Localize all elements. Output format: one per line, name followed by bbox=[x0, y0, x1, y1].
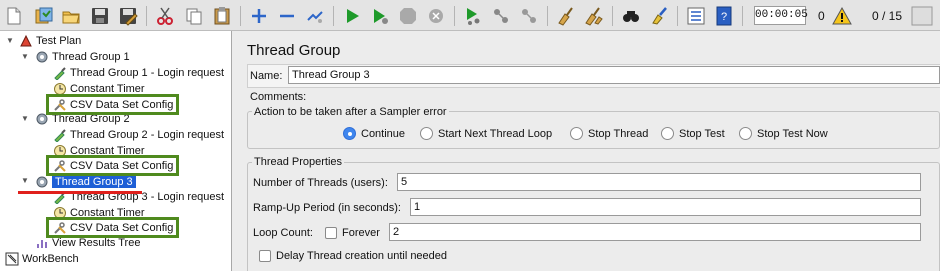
tree-node-label: Thread Group 1 bbox=[52, 51, 130, 63]
radio-label: Stop Test bbox=[679, 127, 725, 140]
remote-start-icon[interactable] bbox=[462, 5, 484, 27]
start-no-pauses-icon[interactable] bbox=[369, 5, 391, 27]
reset-search-icon[interactable] bbox=[648, 5, 670, 27]
remote-stop-icon[interactable] bbox=[490, 5, 512, 27]
tree-node-label: View Results Tree bbox=[52, 237, 141, 249]
tree-node-label: Thread Group 2 - Login request bbox=[70, 129, 225, 141]
name-field[interactable]: Thread Group 3 bbox=[288, 66, 940, 84]
radio-icon bbox=[739, 127, 752, 140]
elapsed-timer: 00:00:05 bbox=[754, 6, 808, 25]
forever-checkbox[interactable] bbox=[325, 227, 337, 239]
pipette-icon bbox=[52, 127, 68, 143]
comments-label: Comments: bbox=[250, 91, 307, 103]
forever-label: Forever bbox=[342, 227, 380, 239]
csv-config-highlight-box bbox=[46, 94, 179, 115]
start-icon[interactable] bbox=[341, 5, 363, 27]
shutdown-icon[interactable] bbox=[425, 5, 447, 27]
radio-continue[interactable]: Continue bbox=[343, 127, 405, 140]
num-threads-field[interactable]: 5 bbox=[397, 173, 921, 191]
tree-node-label: Thread Group 1 - Login request bbox=[70, 67, 225, 79]
tree-node-thread-group-selected[interactable]: Thread Group 3 bbox=[34, 174, 136, 190]
name-label: Name: bbox=[250, 70, 283, 82]
tree-node-sampler[interactable]: Thread Group 1 - Login request bbox=[52, 65, 224, 81]
svg-text:?: ? bbox=[721, 11, 727, 23]
thread-properties-legend: Thread Properties bbox=[252, 156, 345, 168]
test-plan-tree: ▼ ▼ ▼ ▼ Test Plan Thread Group 1 Thread … bbox=[0, 31, 232, 271]
cut-icon[interactable] bbox=[154, 5, 176, 27]
toggle-icon[interactable] bbox=[304, 5, 326, 27]
collapse-icon[interactable] bbox=[276, 5, 298, 27]
toolbar: ? 00:00:05 0 0 / 15 bbox=[0, 0, 940, 31]
save-as-icon[interactable] bbox=[117, 5, 139, 27]
radio-stop-thread[interactable]: Stop Thread bbox=[570, 127, 648, 140]
active-thread-count: 0 / 15 bbox=[872, 9, 903, 23]
radio-selected-icon bbox=[343, 127, 356, 140]
radio-label: Continue bbox=[361, 127, 406, 140]
workbench-icon bbox=[4, 251, 20, 267]
clear-icon[interactable] bbox=[555, 5, 577, 27]
num-threads-label: Number of Threads (users): bbox=[253, 177, 388, 189]
csv-config-highlight-box bbox=[46, 155, 179, 176]
tree-node-label: Test Plan bbox=[36, 35, 82, 47]
pipette-icon bbox=[52, 65, 68, 81]
loop-count-label: Loop Count: bbox=[253, 227, 313, 239]
expand-icon[interactable] bbox=[248, 5, 270, 27]
radio-start-next-loop[interactable]: Start Next Thread Loop bbox=[420, 127, 552, 140]
delay-thread-label: Delay Thread creation until needed bbox=[276, 250, 448, 262]
remote-shutdown-icon[interactable] bbox=[518, 5, 540, 27]
tree-node-thread-group[interactable]: Thread Group 1 bbox=[34, 49, 130, 65]
selection-underline bbox=[18, 191, 142, 194]
radio-stop-test[interactable]: Stop Test bbox=[661, 127, 725, 140]
csv-config-highlight-box bbox=[46, 217, 179, 238]
radio-stop-test-now[interactable]: Stop Test Now bbox=[739, 127, 828, 140]
open-icon[interactable] bbox=[60, 5, 82, 27]
radio-icon bbox=[420, 127, 433, 140]
clear-all-icon[interactable] bbox=[583, 5, 605, 27]
ramp-up-field[interactable]: 1 bbox=[410, 198, 921, 216]
tree-node-test-plan[interactable]: Test Plan bbox=[18, 33, 81, 49]
templates-icon[interactable] bbox=[33, 5, 55, 27]
expand-toggle-icon[interactable]: ▼ bbox=[5, 36, 15, 46]
radio-label: Start Next Thread Loop bbox=[438, 127, 553, 140]
expand-toggle-icon[interactable]: ▼ bbox=[20, 52, 30, 62]
expand-toggle-icon[interactable]: ▼ bbox=[20, 114, 30, 124]
stop-icon[interactable] bbox=[397, 5, 419, 27]
save-icon[interactable] bbox=[89, 5, 111, 27]
thread-group-panel: Thread Group Name: Thread Group 3 Commen… bbox=[240, 31, 940, 271]
new-icon[interactable] bbox=[3, 5, 25, 27]
loop-count-field[interactable]: 2 bbox=[389, 223, 921, 241]
delay-thread-checkbox[interactable] bbox=[259, 250, 271, 262]
search-icon[interactable] bbox=[620, 5, 642, 27]
tree-node-label: WorkBench bbox=[22, 253, 79, 265]
tree-node-label: Thread Group 3 bbox=[52, 176, 136, 188]
status-indicator-icon bbox=[911, 6, 933, 26]
test-plan-icon bbox=[18, 33, 34, 49]
page-title: Thread Group bbox=[247, 42, 341, 59]
tree-node-sampler[interactable]: Thread Group 2 - Login request bbox=[52, 127, 224, 143]
error-count: 0 bbox=[818, 9, 825, 23]
paste-icon[interactable] bbox=[211, 5, 233, 27]
radio-label: Stop Thread bbox=[588, 127, 649, 140]
function-helper-icon[interactable] bbox=[685, 5, 707, 27]
help-icon[interactable]: ? bbox=[713, 5, 735, 27]
radio-icon bbox=[570, 127, 583, 140]
ramp-up-label: Ramp-Up Period (in seconds): bbox=[253, 202, 401, 214]
warning-icon[interactable] bbox=[832, 6, 852, 26]
gear-icon bbox=[34, 49, 50, 65]
expand-toggle-icon[interactable]: ▼ bbox=[20, 176, 30, 186]
tree-node-workbench[interactable]: WorkBench bbox=[4, 251, 79, 267]
error-action-legend: Action to be taken after a Sampler error bbox=[252, 106, 449, 118]
radio-icon bbox=[661, 127, 674, 140]
copy-icon[interactable] bbox=[183, 5, 205, 27]
gear-icon bbox=[34, 174, 50, 190]
radio-label: Stop Test Now bbox=[757, 127, 828, 140]
